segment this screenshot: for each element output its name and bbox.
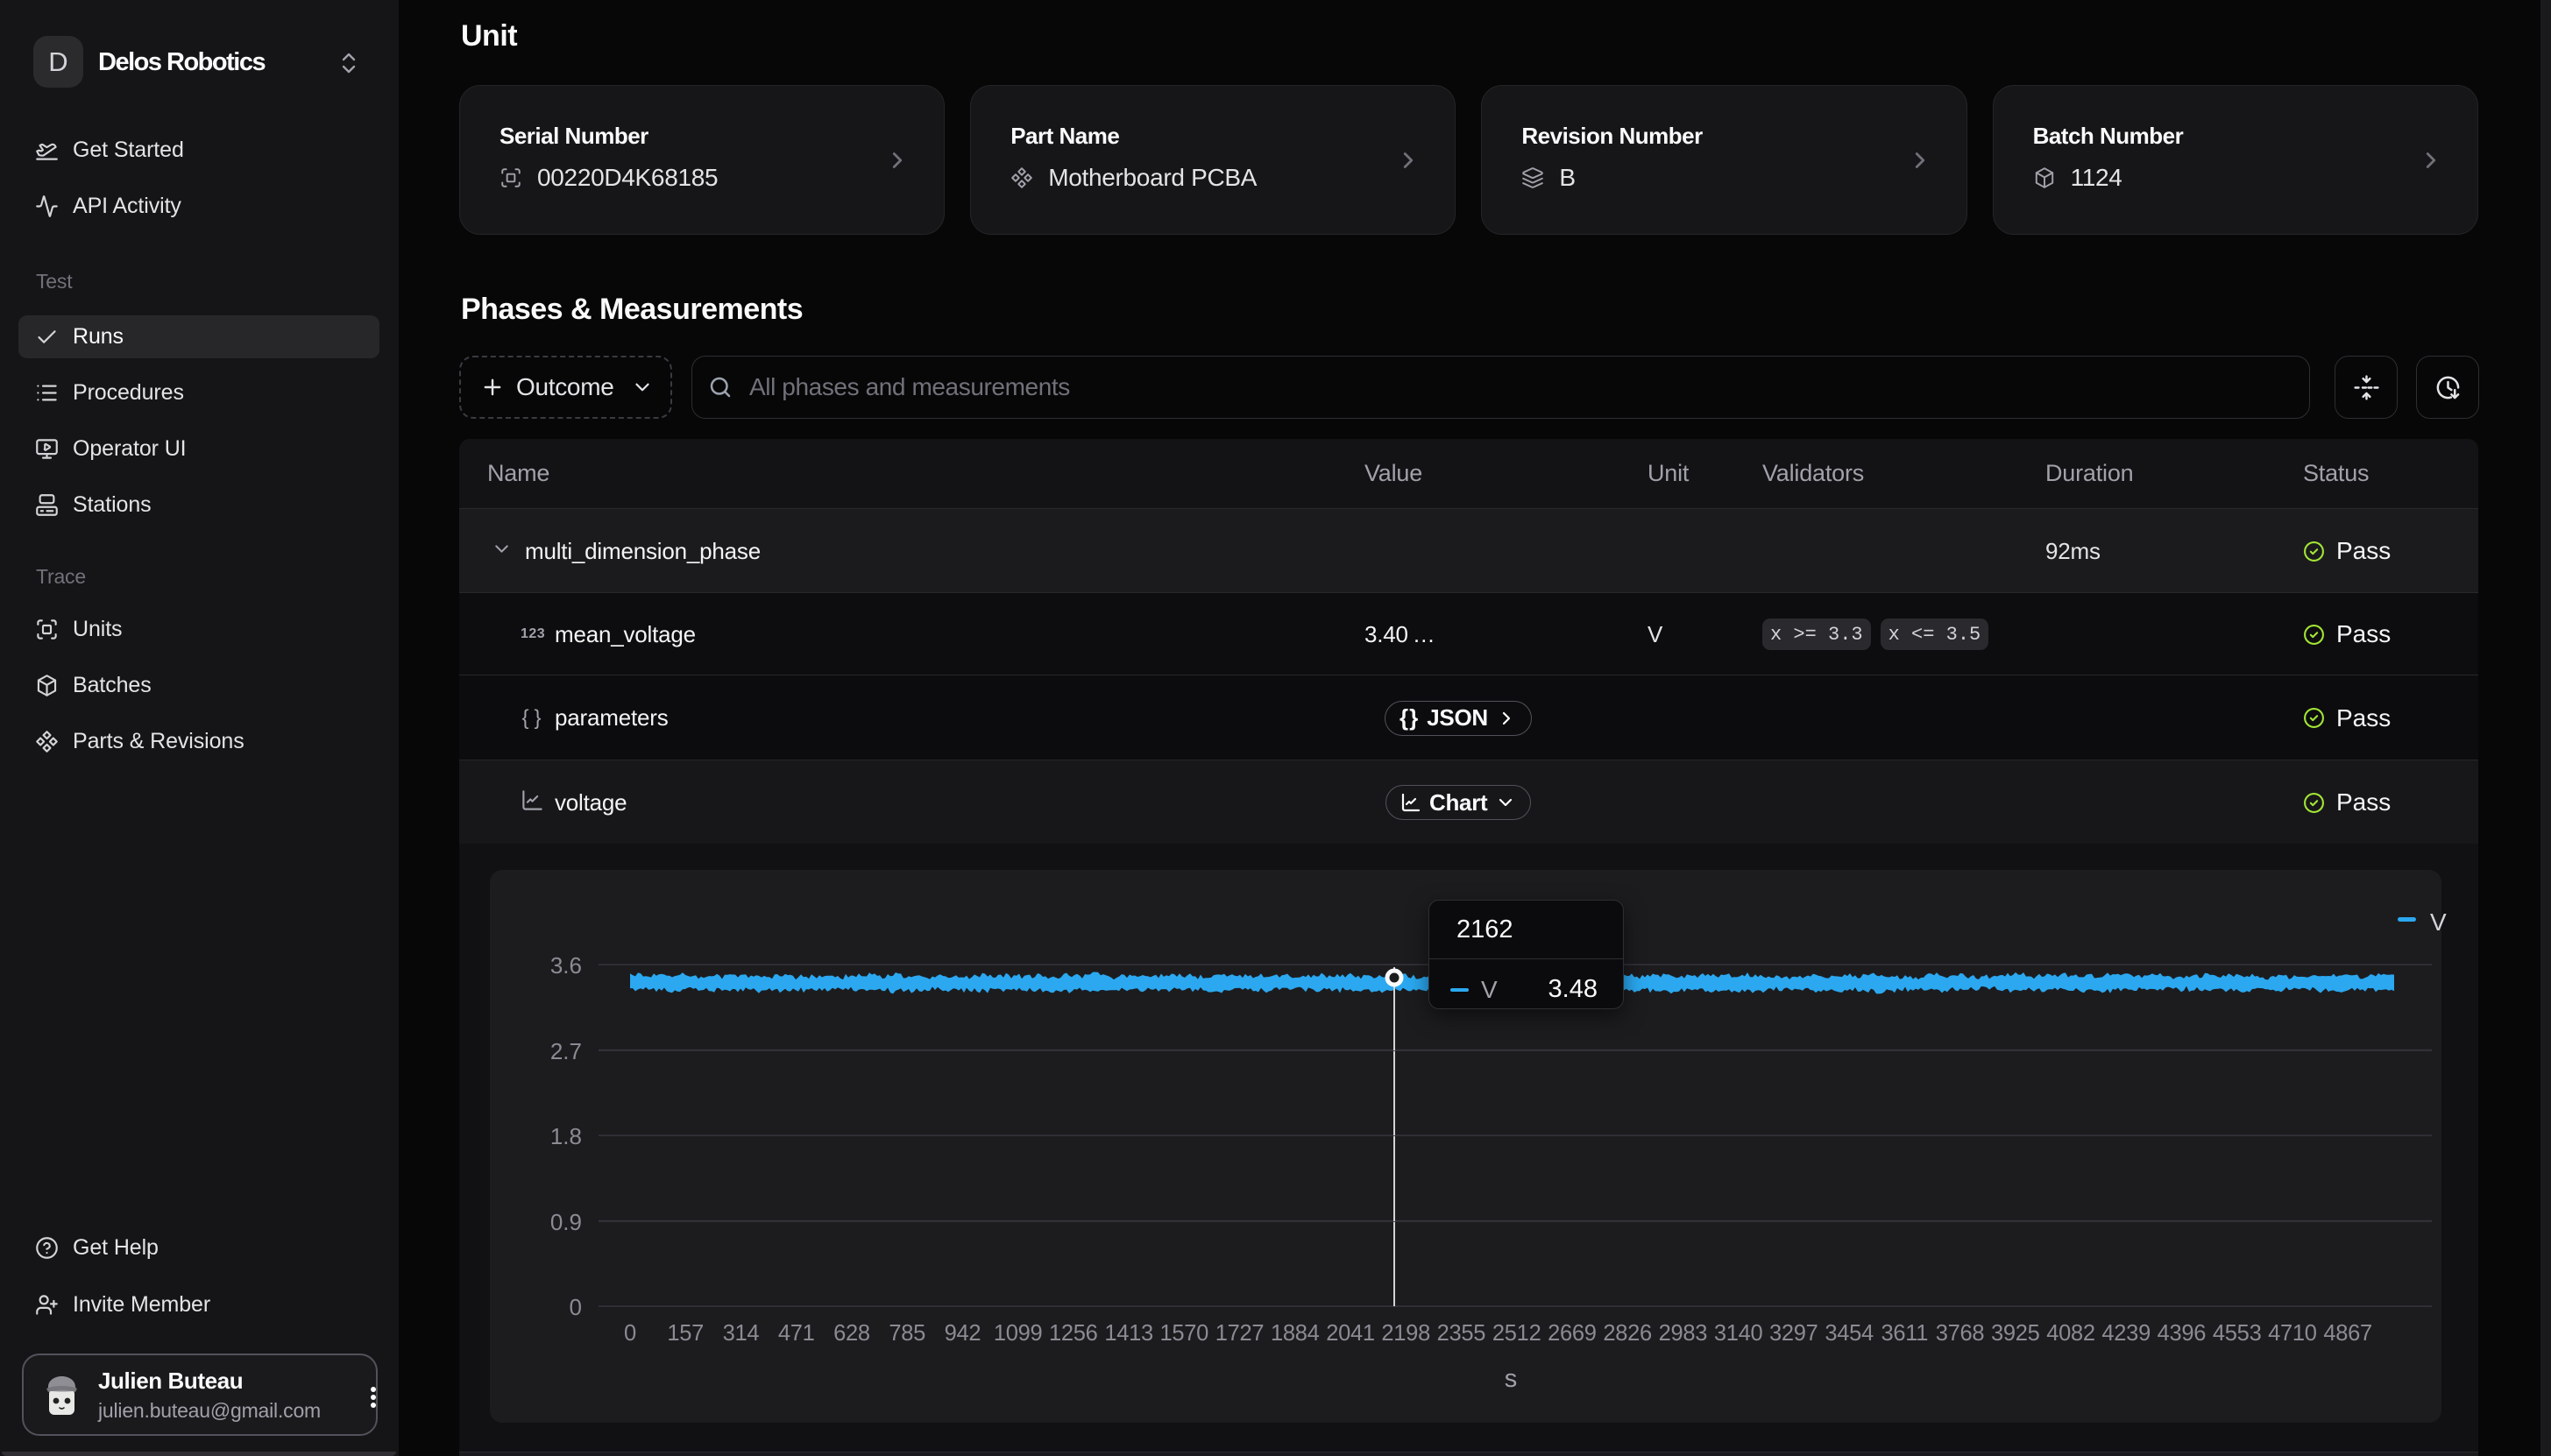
svg-text:V: V: [2430, 908, 2447, 936]
